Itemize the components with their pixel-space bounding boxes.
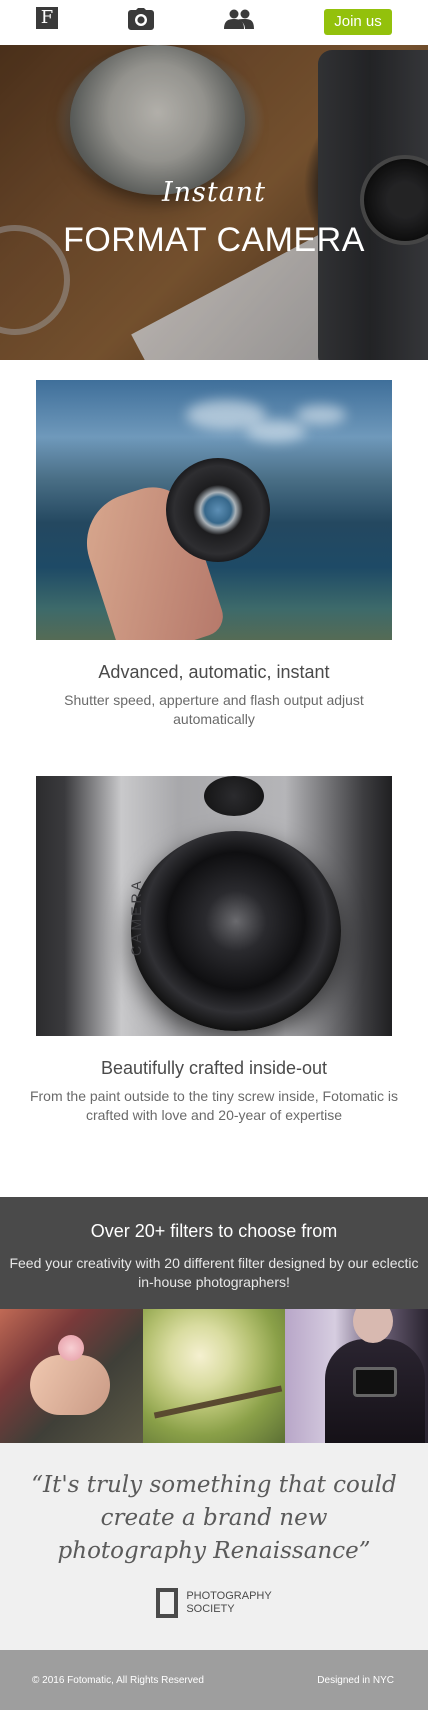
hero-subtitle: Instant — [161, 177, 267, 208]
testimonial-quote: “It's truly something that could create … — [31, 1472, 397, 1564]
gallery-photo-blossom[interactable] — [142, 1309, 286, 1443]
source-line-1: PHOTOGRAPHY — [186, 1590, 272, 1602]
filter-gallery — [0, 1309, 428, 1443]
feature-title: Advanced, automatic, instant — [98, 662, 330, 682]
hero-banner: Instant FORMAT CAMERA — [0, 45, 428, 360]
gallery-photo-flower[interactable] — [0, 1309, 143, 1443]
top-nav: F Join us — [0, 0, 428, 45]
filters-title: Over 20+ filters to choose from — [90, 1221, 338, 1241]
feature-text: From the paint outside to the tiny screw… — [29, 1088, 399, 1123]
camera-icon[interactable] — [128, 8, 154, 35]
feature-crafted: CAMERA Beautifully crafted inside-out Fr… — [0, 760, 428, 1197]
camera-label-text: CAMERA — [128, 878, 144, 956]
copyright-text: © 2016 Fotomatic, All Rights Reserved — [32, 1674, 204, 1686]
logo[interactable]: F — [36, 7, 58, 29]
testimonial-source: PHOTOGRAPHY SOCIETY — [156, 1588, 272, 1618]
designed-in-text: Designed in NYC — [317, 1674, 394, 1686]
camera-closeup-photo: CAMERA — [36, 776, 392, 1036]
footer: © 2016 Fotomatic, All Rights Reserved De… — [0, 1650, 428, 1710]
join-us-button[interactable]: Join us — [324, 9, 392, 35]
gallery-photo-photographer[interactable] — [285, 1309, 428, 1443]
lens-lake-photo — [36, 380, 392, 640]
testimonial: “It's truly something that could create … — [0, 1443, 428, 1650]
source-line-2: SOCIETY — [186, 1603, 235, 1615]
feature-title: Beautifully crafted inside-out — [100, 1058, 328, 1078]
users-icon[interactable] — [224, 9, 254, 34]
feature-automatic: Advanced, automatic, instant Shutter spe… — [0, 360, 428, 760]
feature-text: Shutter speed, apperture and flash outpu… — [64, 692, 364, 727]
hero-title: FORMAT CAMERA — [63, 221, 365, 259]
filters-text: Feed your creativity with 20 different f… — [9, 1255, 419, 1290]
society-logo-icon — [156, 1588, 179, 1618]
filters-section: Over 20+ filters to choose from Feed you… — [0, 1197, 428, 1309]
